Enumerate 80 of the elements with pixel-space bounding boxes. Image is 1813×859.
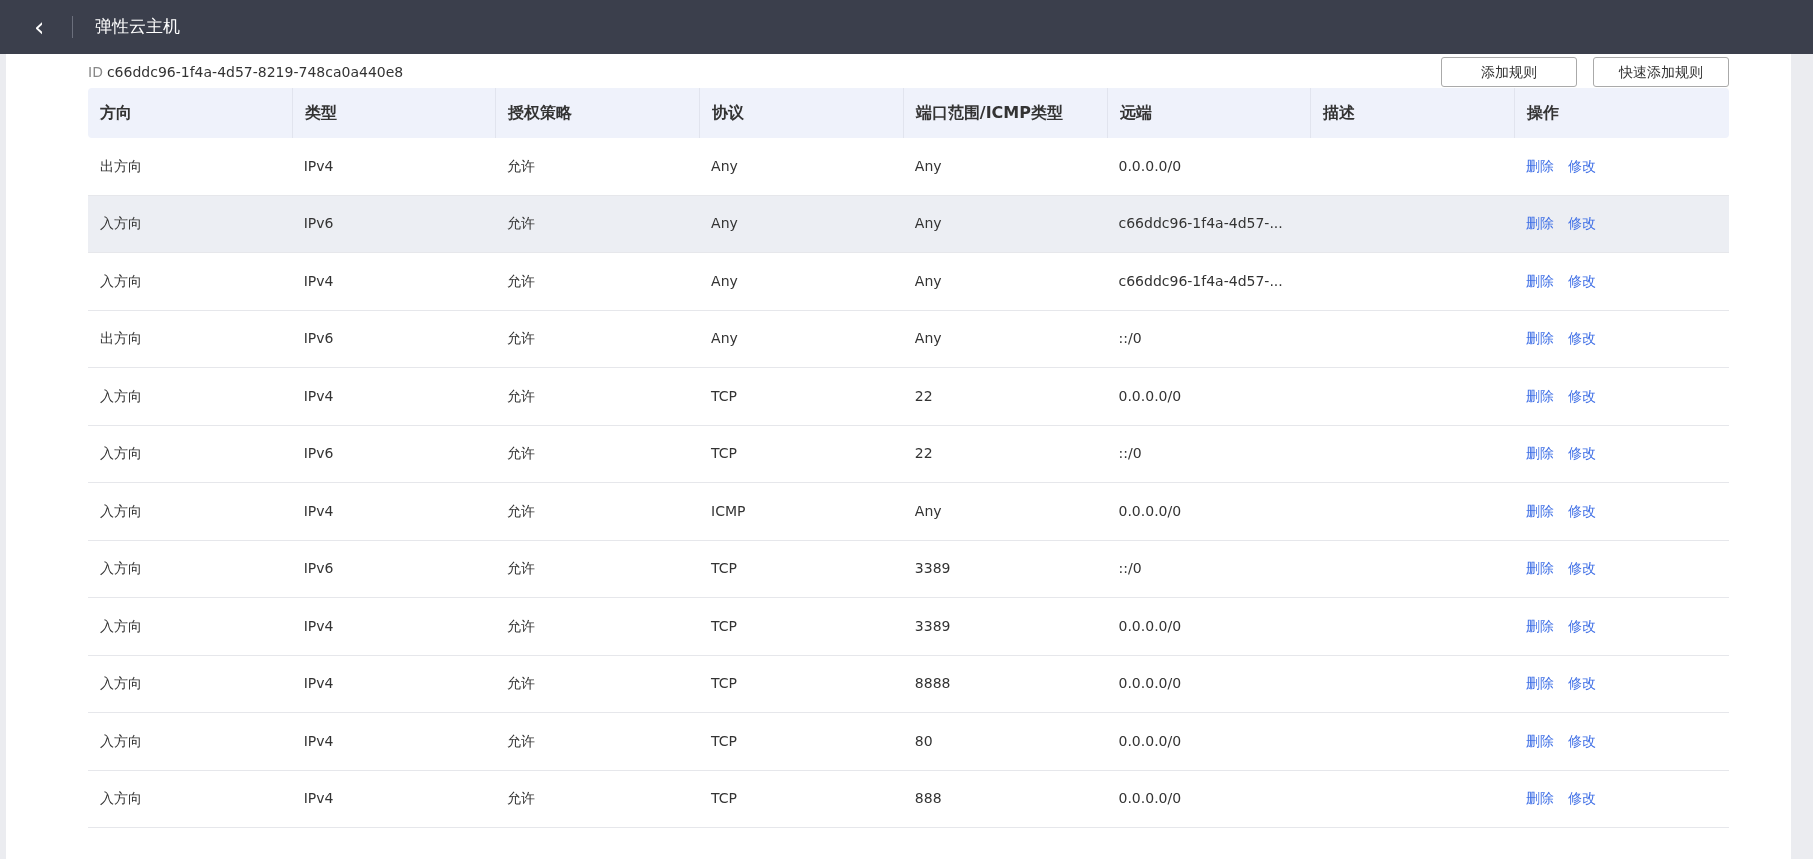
table-cell: IPv4 <box>291 770 496 828</box>
column-header: 类型 <box>291 88 496 138</box>
table-cell: 入方向 <box>88 483 292 541</box>
table-cell: 0.0.0.0/0 <box>1106 368 1311 426</box>
table-cell: 0.0.0.0/0 <box>1106 138 1311 196</box>
table-cell: TCP <box>699 770 903 828</box>
action-link[interactable]: 修改 <box>1568 502 1596 519</box>
table-cell: 允许 <box>495 368 700 426</box>
column-header: 协议 <box>699 88 903 138</box>
action-link[interactable]: 删除 <box>1526 732 1554 749</box>
column-header: 操作 <box>1514 88 1729 138</box>
action-link[interactable]: 删除 <box>1526 445 1554 462</box>
table-cell: 允许 <box>495 138 700 196</box>
table-cell: 0.0.0.0/0 <box>1106 713 1311 771</box>
action-link[interactable]: 修改 <box>1568 272 1596 289</box>
table-cell: 0.0.0.0/0 <box>1106 598 1311 656</box>
action-link[interactable]: 删除 <box>1526 502 1554 519</box>
table-cell: Any <box>699 138 903 196</box>
table-cell: 允许 <box>495 770 700 828</box>
table-cell: ICMP <box>699 483 903 541</box>
action-link[interactable]: 删除 <box>1526 560 1554 577</box>
action-link[interactable]: 删除 <box>1526 675 1554 692</box>
table-cell: Any <box>699 253 903 311</box>
table-cell: IPv4 <box>291 368 496 426</box>
action-link[interactable]: 删除 <box>1526 790 1554 807</box>
table-cell: TCP <box>699 368 903 426</box>
table-cell: IPv4 <box>291 138 496 196</box>
table-cell: 出方向 <box>88 138 292 196</box>
table-cell: 入方向 <box>88 368 292 426</box>
table-cell: IPv4 <box>291 598 496 656</box>
table-cell: 888 <box>902 770 1107 828</box>
table-cell: TCP <box>699 598 903 656</box>
column-header: 描述 <box>1310 88 1514 138</box>
table-cell: IPv4 <box>291 253 496 311</box>
table-cell: 允许 <box>495 483 700 541</box>
action-link[interactable]: 删除 <box>1526 387 1554 404</box>
action-link[interactable]: 修改 <box>1568 330 1596 347</box>
action-link[interactable]: 删除 <box>1526 215 1554 232</box>
column-header: 方向 <box>88 88 292 138</box>
action-link[interactable]: 修改 <box>1568 157 1596 174</box>
table-cell: c66ddc96-1f4a-4d57-... <box>1106 253 1311 311</box>
action-link[interactable]: 修改 <box>1568 560 1596 577</box>
back-button[interactable]: ‹ <box>28 14 51 40</box>
column-header: 授权策略 <box>495 88 700 138</box>
action-link[interactable]: 修改 <box>1568 387 1596 404</box>
page-title: 弹性云主机 <box>95 15 181 39</box>
id-label: ID <box>88 63 103 80</box>
table-cell: 80 <box>902 713 1107 771</box>
table-cell: 3389 <box>902 598 1107 656</box>
column-header: 端口范围/ICMP类型 <box>902 88 1107 138</box>
table-cell: 入方向 <box>88 598 292 656</box>
table-cell: Any <box>902 483 1107 541</box>
add-rule-button[interactable]: 添加规则 <box>1441 57 1577 87</box>
action-link[interactable]: 删除 <box>1526 330 1554 347</box>
action-link[interactable]: 修改 <box>1568 675 1596 692</box>
table-cell: 22 <box>902 368 1107 426</box>
table-cell: IPv4 <box>291 483 496 541</box>
table-cell: 允许 <box>495 713 700 771</box>
action-link[interactable]: 修改 <box>1568 732 1596 749</box>
action-link[interactable]: 删除 <box>1526 617 1554 634</box>
table-cell: IPv4 <box>291 713 496 771</box>
action-link[interactable]: 修改 <box>1568 215 1596 232</box>
table-cell: Any <box>902 253 1107 311</box>
table-cell: TCP <box>699 713 903 771</box>
action-link[interactable]: 修改 <box>1568 790 1596 807</box>
table-cell: Any <box>902 138 1107 196</box>
table-cell: 允许 <box>495 598 700 656</box>
table-cell: 入方向 <box>88 770 292 828</box>
action-link[interactable]: 删除 <box>1526 157 1554 174</box>
table-cell: 入方向 <box>88 253 292 311</box>
action-link[interactable]: 修改 <box>1568 617 1596 634</box>
table-cell: 入方向 <box>88 713 292 771</box>
table-cell: 允许 <box>495 253 700 311</box>
table-cell: 0.0.0.0/0 <box>1106 770 1311 828</box>
id-value: c66ddc96-1f4a-4d57-8219-748ca0a440e8 <box>106 63 404 80</box>
column-header: 远端 <box>1106 88 1311 138</box>
action-link[interactable]: 删除 <box>1526 272 1554 289</box>
add-rule-button[interactable]: 快速添加规则 <box>1593 57 1729 87</box>
table-cell: 0.0.0.0/0 <box>1106 483 1311 541</box>
action-link[interactable]: 修改 <box>1568 445 1596 462</box>
